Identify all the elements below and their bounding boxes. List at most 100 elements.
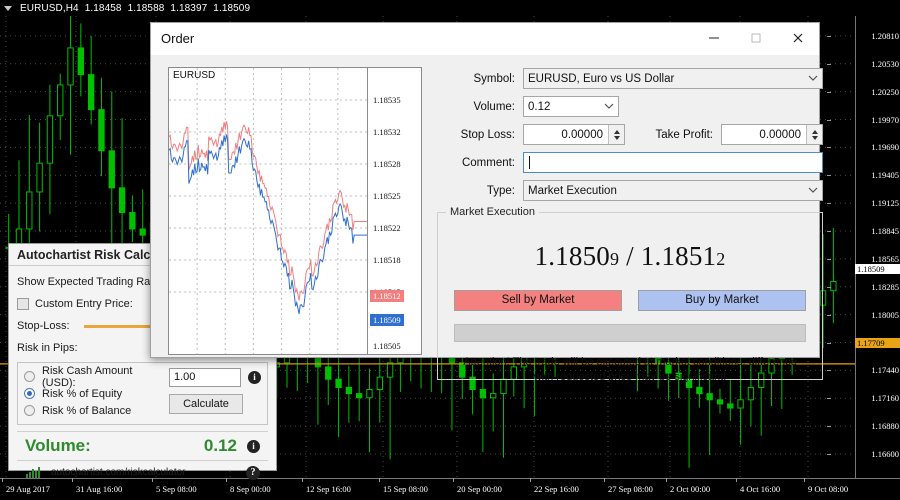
info-icon-risk-value[interactable]: i: [248, 371, 261, 384]
chevron-down-icon-volume[interactable]: [603, 101, 614, 112]
stop-loss-spin-arrows[interactable]: [608, 125, 624, 144]
take-profit-spin-arrows[interactable]: [806, 125, 822, 144]
volume-select-value: 0.12: [528, 101, 550, 113]
price-tick: 1.20530: [871, 59, 899, 69]
order-mini-chart: EURUSD 1.185351.185321.185281.185251.185…: [168, 67, 421, 355]
buy-by-market-button[interactable]: Buy by Market: [638, 290, 806, 311]
price-tick: 1.16600: [871, 449, 899, 459]
price-tick: 1.16880: [871, 421, 899, 431]
risk-option-cash-amount-label: Risk Cash Amount (USD):: [42, 365, 169, 389]
volume-label: Volume:: [437, 101, 523, 113]
risk-option-cash-amount[interactable]: Risk Cash Amount (USD):: [24, 368, 169, 385]
ask-price-main: 1.1851: [641, 241, 716, 271]
radio-icon-percent-equity[interactable]: [24, 388, 35, 399]
time-tick: 12 Sep 16:00: [306, 484, 351, 494]
time-tick: 22 Sep 16:00: [534, 484, 579, 494]
mini-ask-tag: 1.18512: [370, 290, 404, 302]
stop-loss-take-profit-row: Stop Loss: 0.00000 Take Profit: 0.00000: [437, 122, 823, 147]
minimize-icon[interactable]: [693, 23, 735, 54]
custom-entry-price-checkbox[interactable]: [17, 298, 29, 310]
risk-option-percent-balance-label: Risk % of Balance: [42, 405, 131, 417]
custom-entry-price-label: Custom Entry Price:: [35, 298, 133, 310]
risk-value-input[interactable]: 1.00: [169, 368, 241, 387]
volume-select[interactable]: 0.12: [523, 96, 619, 117]
market-execution-legend: Market Execution: [446, 206, 539, 218]
mini-bid-tag: 1.18509: [370, 314, 404, 326]
type-select-value: Market Execution: [528, 185, 617, 197]
price-tick: 1.20250: [871, 87, 899, 97]
arrow-up-icon-take-profit[interactable]: [812, 130, 818, 134]
order-form: Symbol: EURUSD, Euro vs US Dollar Volume…: [437, 63, 823, 358]
time-tick: 27 Sep 08:00: [608, 484, 653, 494]
risk-option-percent-balance[interactable]: Risk % of Balance: [24, 402, 169, 419]
progress-bar: [454, 324, 806, 342]
close-icon[interactable]: [777, 23, 819, 54]
arrow-down-icon-take-profit[interactable]: [812, 136, 818, 140]
price-tick: 1.19970: [871, 115, 899, 125]
price-tick: 1.20810: [871, 31, 899, 41]
stop-loss-stepper[interactable]: 0.00000: [523, 124, 625, 145]
price-tick: 1.19405: [871, 170, 899, 180]
symbol-select[interactable]: EURUSD, Euro vs US Dollar: [523, 68, 823, 89]
type-select[interactable]: Market Execution: [523, 180, 823, 201]
autochartist-volume-row: Volume: 0.12 i: [17, 431, 268, 460]
time-tick: 4 Oct 16:00: [740, 484, 780, 494]
chevron-down-icon-symbol[interactable]: [807, 73, 818, 84]
market-execution-warning: Attention! The trade will be executed at…: [448, 355, 812, 385]
symbol-row: Symbol: EURUSD, Euro vs US Dollar: [437, 66, 823, 91]
sell-by-market-button[interactable]: Sell by Market: [454, 290, 622, 311]
radio-icon-percent-balance[interactable]: [24, 405, 35, 416]
autochartist-footer: autochartist.com/riskcalculator ?: [17, 460, 268, 484]
time-tick: 31 Aug 16:00: [76, 484, 122, 494]
order-mini-chart-plot: EURUSD: [169, 68, 367, 354]
symbol-label: Symbol:: [437, 73, 523, 85]
maximize-icon[interactable]: [735, 23, 777, 54]
time-tick: 29 Aug 2017: [6, 484, 50, 494]
take-profit-value: 0.00000: [722, 129, 806, 141]
risk-value-column: 1.00 i Calculate: [169, 368, 261, 419]
time-tick: 9 Oct 08:00: [808, 484, 848, 494]
chart-ohlc-low: 1.18397: [170, 3, 207, 14]
tick-line-canvas: [169, 68, 367, 354]
price-tick: 1.18565: [871, 254, 899, 264]
chart-ohlc-open: 1.18458: [85, 3, 122, 14]
comment-input[interactable]: [523, 152, 823, 173]
bid-price-tag: 1.18509: [855, 264, 900, 274]
info-icon-volume[interactable]: i: [247, 440, 260, 453]
order-mini-chart-symbol: EURUSD: [173, 70, 215, 81]
symbol-control: EURUSD, Euro vs US Dollar: [523, 68, 823, 89]
chart-ohlc-high: 1.18588: [128, 3, 165, 14]
mini-price-tick: 1.18505: [373, 341, 401, 351]
arrow-down-icon-stop-loss[interactable]: [614, 136, 620, 140]
calculate-button[interactable]: Calculate: [169, 394, 243, 414]
comment-label: Comment:: [437, 157, 523, 169]
mini-price-tick: 1.18532: [373, 127, 401, 137]
level-price-tag: 1.17709: [855, 338, 900, 348]
type-control: Market Execution: [523, 180, 823, 201]
autochartist-url[interactable]: autochartist.com/riskcalculator: [51, 467, 186, 478]
mini-price-tick: 1.18518: [373, 255, 401, 265]
mini-price-tick: 1.18522: [373, 223, 401, 233]
take-profit-stepper[interactable]: 0.00000: [721, 124, 823, 145]
chevron-down-icon[interactable]: [4, 6, 12, 11]
risk-mode-radios: Risk Cash Amount (USD): Risk % of Equity…: [24, 368, 169, 419]
type-label: Type:: [437, 185, 523, 197]
time-tick: 20 Sep 00:00: [457, 484, 502, 494]
radio-icon-cash-amount[interactable]: [24, 371, 35, 382]
help-icon[interactable]: ?: [246, 466, 260, 480]
risk-mode-group: Risk Cash Amount (USD): Risk % of Equity…: [17, 362, 268, 425]
bid-price-last-digit: 9: [610, 249, 619, 269]
time-tick: 5 Sep 08:00: [156, 484, 197, 494]
mini-price-tick: 1.18528: [373, 159, 401, 169]
stop-loss-take-profit-controls: 0.00000 Take Profit: 0.00000: [523, 124, 823, 145]
order-dialog: Order EURUSD 1.185351.1853: [150, 22, 820, 358]
stop-loss-label: Stop-Loss:: [17, 320, 70, 332]
price-tick: 1.17440: [871, 365, 899, 375]
risk-option-percent-equity-label: Risk % of Equity: [42, 388, 122, 400]
order-dialog-titlebar[interactable]: Order: [151, 23, 819, 55]
market-execution-group: Market Execution 1.18509 / 1.18512 Sell …: [437, 212, 823, 380]
chevron-down-icon-type[interactable]: [807, 185, 818, 196]
arrow-up-icon-stop-loss[interactable]: [614, 130, 620, 134]
price-scale[interactable]: 1.210901.208101.205301.202501.199701.196…: [855, 0, 900, 478]
order-mini-chart-price-scale: 1.185351.185321.185281.185251.185221.185…: [367, 67, 422, 355]
